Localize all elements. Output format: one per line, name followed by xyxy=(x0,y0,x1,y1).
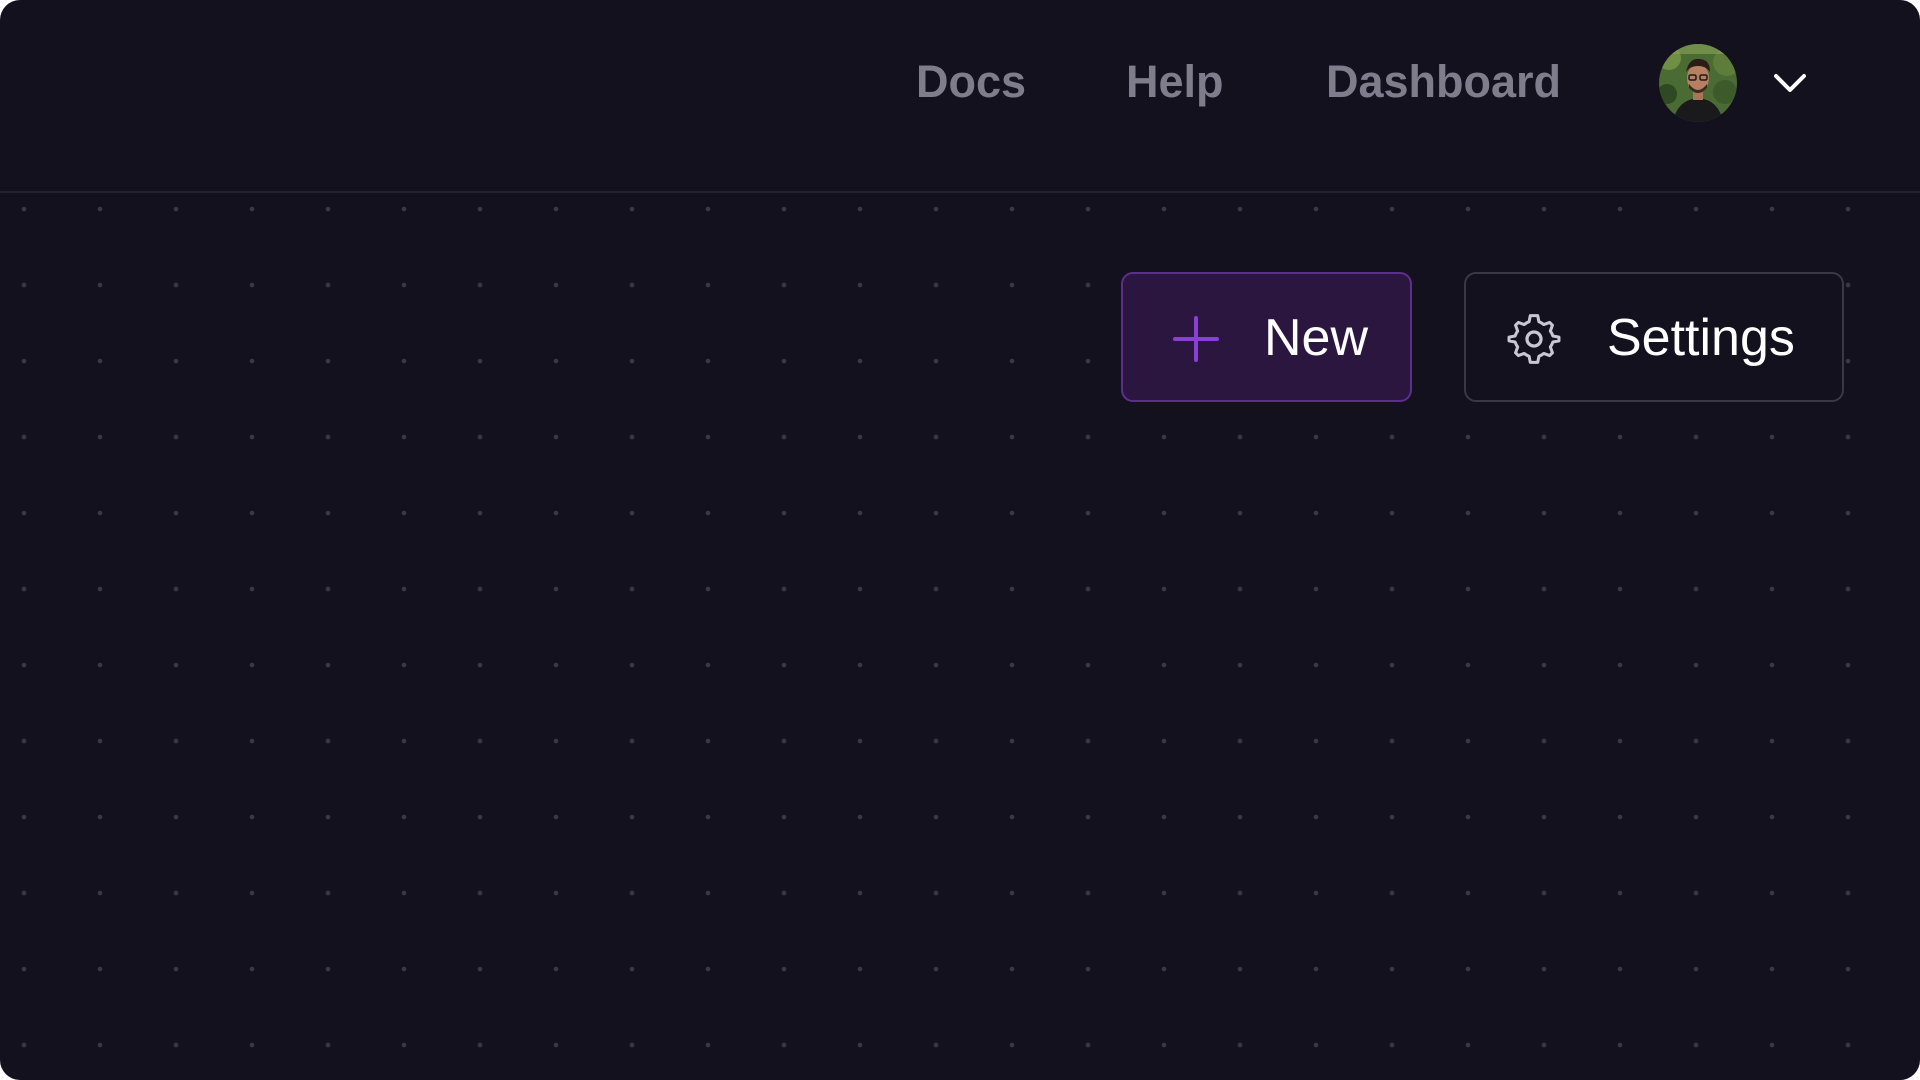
chevron-down-icon[interactable] xyxy=(1770,66,1810,102)
nav-link-docs[interactable]: Docs xyxy=(916,52,1026,112)
gear-icon xyxy=(1506,311,1562,367)
plus-icon xyxy=(1168,311,1224,367)
new-button-label: New xyxy=(1264,309,1369,367)
settings-button[interactable]: Settings xyxy=(1464,272,1844,402)
user-avatar[interactable] xyxy=(1659,44,1737,122)
new-button[interactable]: New xyxy=(1121,272,1412,402)
settings-button-label: Settings xyxy=(1607,309,1795,367)
app-window: Docs Help Dashboard New Settings xyxy=(0,0,1920,1080)
nav-link-help[interactable]: Help xyxy=(1126,52,1224,112)
top-navigation-bar: Docs Help Dashboard xyxy=(0,0,1920,193)
nav-link-dashboard[interactable]: Dashboard xyxy=(1326,52,1561,112)
